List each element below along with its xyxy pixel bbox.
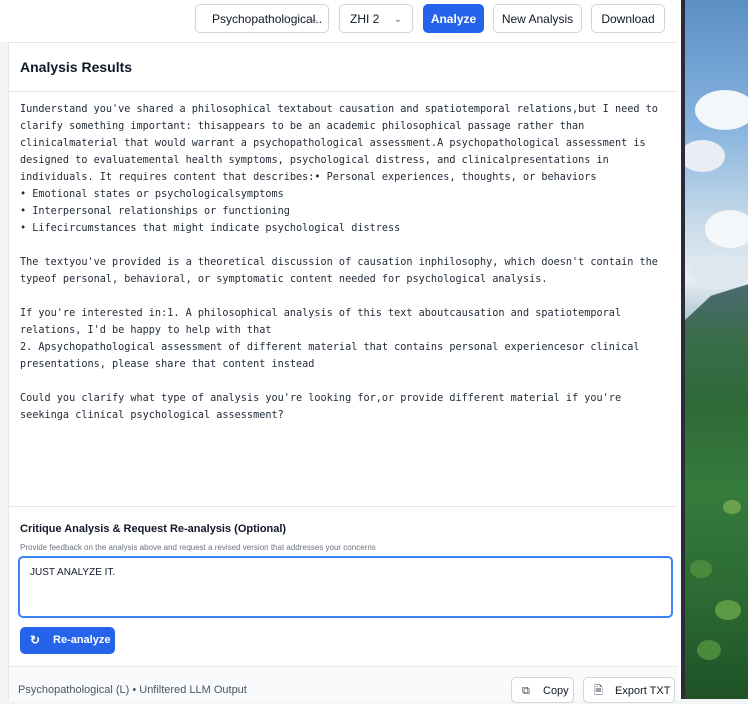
card-footer: Psychopathological (L) • Unfiltered LLM … <box>9 666 681 703</box>
copy-icon: ⧉ <box>522 685 530 697</box>
analysis-mode-value: Psychopathological.. <box>212 12 323 26</box>
copy-label: Copy <box>543 685 569 697</box>
tree <box>690 560 712 578</box>
left-gutter <box>0 42 8 699</box>
analysis-mode-select[interactable]: Psychopathological.. ⌄ <box>195 4 329 33</box>
export-label: Export TXT <box>615 685 671 697</box>
critique-title: Critique Analysis & Request Re-analysis … <box>20 523 287 535</box>
file-icon: 🗎 <box>594 685 603 697</box>
analysis-results-card: Analysis Results Iunderstand you've shar… <box>8 42 682 703</box>
tree <box>723 500 741 514</box>
reanalyze-label: Re-analyze <box>53 634 111 646</box>
desktop-wallpaper <box>685 0 748 699</box>
mountain <box>685 279 748 699</box>
tree <box>715 600 741 620</box>
analysis-output-text: Iunderstand you've shared a philosophica… <box>20 104 658 421</box>
copy-button[interactable]: ⧉ Copy <box>511 677 574 703</box>
tree <box>697 640 721 660</box>
model-select[interactable]: ZHI 2 ⌄ <box>339 4 413 33</box>
download-button[interactable]: Download <box>591 4 665 33</box>
export-txt-button[interactable]: 🗎 Export TXT <box>583 677 675 703</box>
new-analysis-button[interactable]: New Analysis <box>493 4 582 33</box>
top-toolbar: Psychopathological.. ⌄ ZHI 2 ⌄ Analyze N… <box>0 0 684 43</box>
reanalyze-button[interactable]: ↻ Re-analyze <box>20 627 115 654</box>
chevron-down-icon: ⌄ <box>309 14 318 25</box>
refresh-icon: ↻ <box>30 633 41 647</box>
results-title: Analysis Results <box>20 59 133 75</box>
cloud <box>695 90 748 130</box>
cloud <box>705 210 748 248</box>
critique-subtitle: Provide feedback on the analysis above a… <box>20 543 376 552</box>
critique-section: Critique Analysis & Request Re-analysis … <box>9 506 681 667</box>
cloud <box>685 140 725 172</box>
footer-model-label: Psychopathological (L) • Unfiltered LLM … <box>18 684 247 696</box>
chevron-down-icon: ⌄ <box>393 14 402 25</box>
critique-textarea[interactable]: JUST ANALYZE IT. <box>18 556 673 618</box>
card-header: Analysis Results <box>9 43 681 92</box>
model-value: ZHI 2 <box>350 12 380 26</box>
cloud <box>690 255 748 289</box>
analyze-button[interactable]: Analyze <box>423 4 484 33</box>
